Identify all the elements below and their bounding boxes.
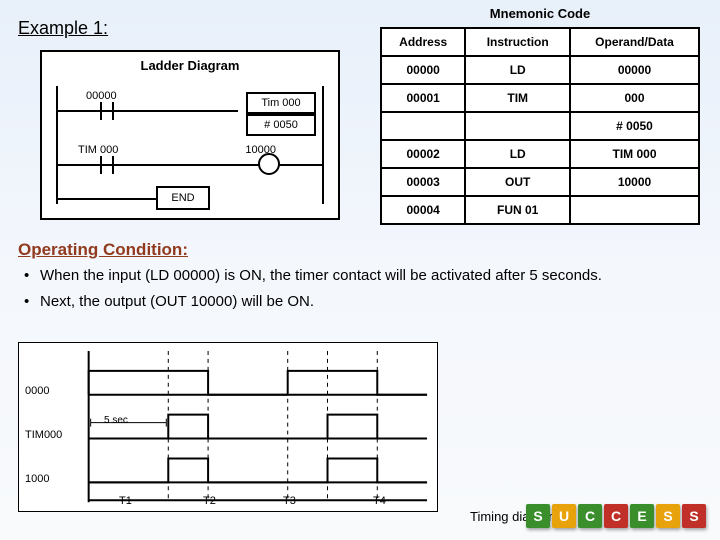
success-block: U	[552, 504, 576, 528]
table-cell: 00003	[381, 168, 465, 196]
success-block: S	[682, 504, 706, 528]
table-cell: 00002	[381, 140, 465, 168]
rung2-coil	[258, 153, 280, 175]
bullet-1: When the input (LD 00000) is ON, the tim…	[18, 266, 702, 286]
table-cell: LD	[465, 56, 570, 84]
operating-heading: Operating Condition:	[18, 240, 702, 260]
rung2-contact	[94, 156, 120, 174]
success-block: S	[526, 504, 550, 528]
table-cell: 00000	[381, 56, 465, 84]
table-row: 00000LD00000	[381, 56, 699, 84]
table-cell: 00004	[381, 196, 465, 224]
rung1-contact-label: 00000	[86, 90, 117, 102]
table-cell: 10000	[570, 168, 699, 196]
table-cell: 00001	[381, 84, 465, 112]
table-cell	[570, 196, 699, 224]
table-cell	[465, 112, 570, 140]
mnemonic-table-wrap: Mnemonic Code Address Instruction Operan…	[380, 0, 700, 225]
table-cell: TIM	[465, 84, 570, 112]
col-operand: Operand/Data	[570, 28, 699, 56]
mnemonic-table: Address Instruction Operand/Data 00000LD…	[380, 27, 700, 225]
mnemonic-heading: Mnemonic Code	[380, 0, 700, 27]
slide-title: Example 1:	[18, 18, 108, 39]
tick-t1: T1	[119, 495, 132, 507]
timing-svg	[19, 343, 437, 512]
success-blocks: SUCCESS	[526, 504, 706, 528]
success-block: C	[604, 504, 628, 528]
table-cell: 000	[570, 84, 699, 112]
table-row: 00001TIM000	[381, 84, 699, 112]
end-box: END	[156, 186, 210, 210]
success-block: E	[630, 504, 654, 528]
rung2-contact-label: TIM 000	[78, 144, 118, 156]
table-cell: # 0050	[570, 112, 699, 140]
table-row: 00004FUN 01	[381, 196, 699, 224]
table-row: 00002LDTIM 000	[381, 140, 699, 168]
operating-condition: Operating Condition: When the input (LD …	[18, 240, 702, 319]
table-cell: TIM 000	[570, 140, 699, 168]
rung1-timer-box-bot: # 0050	[246, 114, 316, 136]
rung1-contact	[94, 102, 120, 120]
col-address: Address	[381, 28, 465, 56]
table-cell: 00000	[570, 56, 699, 84]
table-row: 00003OUT10000	[381, 168, 699, 196]
table-row: # 0050	[381, 112, 699, 140]
bullet-2: Next, the output (OUT 10000) will be ON.	[18, 292, 702, 312]
table-cell: FUN 01	[465, 196, 570, 224]
col-instruction: Instruction	[465, 28, 570, 56]
table-cell: OUT	[465, 168, 570, 196]
ladder-heading: Ladder Diagram	[42, 52, 338, 79]
success-block: C	[578, 504, 602, 528]
tick-t2: T2	[203, 495, 216, 507]
tick-t3: T3	[283, 495, 296, 507]
tick-t4: T4	[373, 495, 386, 507]
ladder-diagram: Ladder Diagram 00000 Tim 000 # 0050 TIM …	[40, 50, 340, 220]
table-cell: LD	[465, 140, 570, 168]
table-cell	[381, 112, 465, 140]
timing-diagram: 0000 TIM000 1000 5 sec T1 T2 T3 T4	[18, 342, 438, 512]
success-block: S	[656, 504, 680, 528]
rung1-timer-box-top: Tim 000	[246, 92, 316, 114]
ladder-rails: 00000 Tim 000 # 0050 TIM 000 10000 END	[56, 86, 324, 204]
